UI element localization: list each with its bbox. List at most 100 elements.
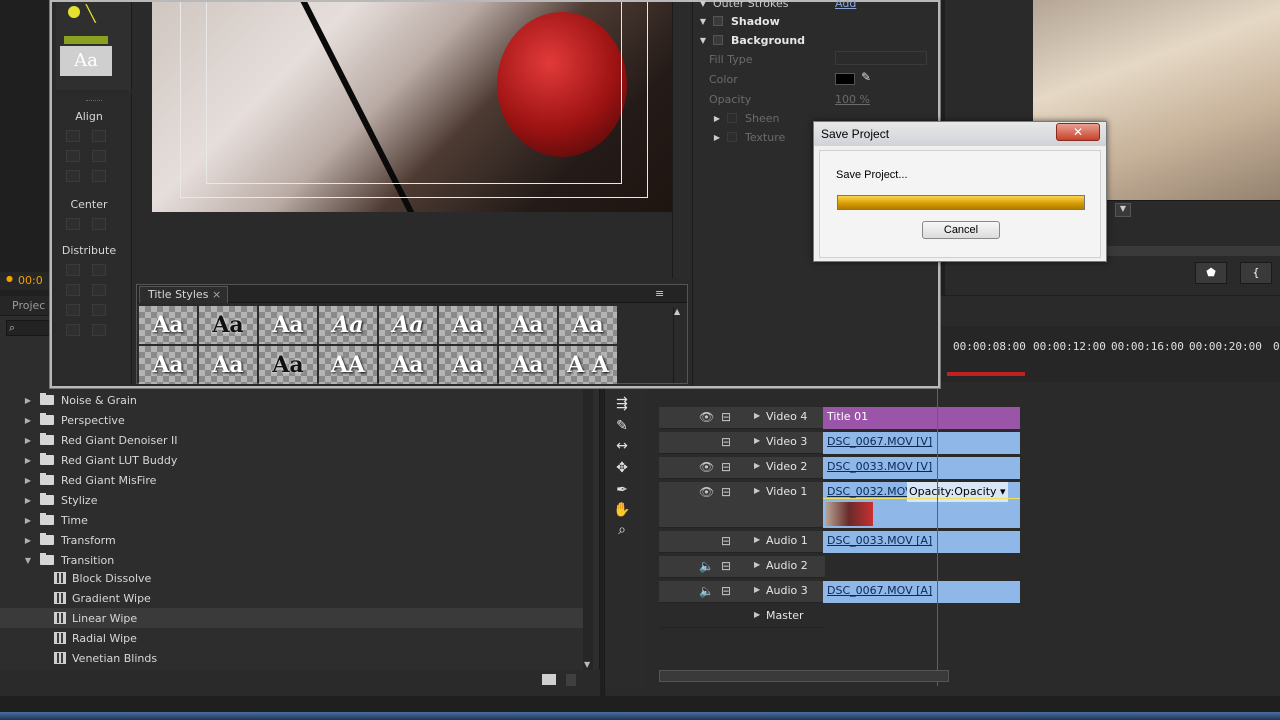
add-marker-button[interactable]: ⬟ [1195,262,1227,284]
pen-icon[interactable]: ✒ [613,482,631,498]
effects-scrollbar[interactable]: ▼ [583,340,593,670]
chevron-right-icon[interactable]: ▶ [754,461,760,470]
align-left-icon[interactable] [66,130,80,142]
background-checkbox[interactable] [713,35,723,45]
sheen-checkbox[interactable] [727,113,737,123]
align-center-h-icon[interactable] [92,170,106,182]
dialog-titlebar[interactable]: Save Project ✕ [814,122,1106,146]
title-style-swatch[interactable]: Aa [379,346,437,384]
distribute-6-icon[interactable] [92,304,106,316]
line-tool-icon[interactable]: ╲ [86,4,96,23]
chevron-right-icon[interactable]: ▶ [754,486,760,495]
effects-folder[interactable]: ▼ Transition [0,550,584,570]
eye-icon[interactable]: 👁 [699,410,715,424]
texture-checkbox[interactable] [727,132,737,142]
align-right-icon[interactable] [92,130,106,142]
chevron-right-icon[interactable]: ▶ [22,516,34,525]
eyedropper-icon[interactable]: ✎ [861,70,871,84]
title-style-swatch[interactable]: Aa [439,306,497,344]
effects-folder[interactable]: ▶ Time [0,510,584,530]
chevron-right-icon[interactable]: ▶ [754,411,760,420]
dropdown-icon[interactable]: ▼ [1115,203,1131,217]
timeline-hscroll[interactable] [659,670,949,682]
effects-folder[interactable]: ▶ Red Giant MisFire [0,470,584,490]
track-header[interactable]: 👁 ⊟ ▶ Video 4 [659,407,825,429]
chevron-right-icon[interactable]: ▶ [22,436,34,445]
chevron-right-icon[interactable]: ▶ [22,496,34,505]
style-sample[interactable]: Aa [60,46,112,76]
scroll-down-icon[interactable]: ▼ [584,660,590,669]
slip-icon[interactable]: ↔ [613,438,631,454]
title-style-swatch[interactable]: AA [319,346,377,384]
eye-icon[interactable]: 👁 [699,460,715,474]
title-style-swatch[interactable]: Aa [199,346,257,384]
chevron-right-icon[interactable]: ▶ [22,396,34,405]
chevron-right-icon[interactable]: ▶ [22,456,34,465]
fill-type-select[interactable] [835,51,927,65]
chevron-right-icon[interactable]: ▶ [22,476,34,485]
panel-menu-icon[interactable]: ≡ [655,287,664,300]
chevron-right-icon[interactable]: ▶ [754,535,760,544]
timeline-clip[interactable]: DSC_0067.MOV [V] [823,432,1020,454]
chevron-right-icon[interactable]: ▶ [754,436,760,445]
close-icon[interactable]: ✕ [1056,123,1100,141]
razor-icon[interactable]: ✎ [613,418,631,434]
distribute-2-icon[interactable] [92,264,106,276]
title-style-swatch[interactable]: Aa [439,346,497,384]
new-bin-icon[interactable] [542,674,556,685]
effect-item[interactable]: Venetian Blinds [0,648,584,668]
distribute-1-icon[interactable] [66,264,80,276]
sync-lock-icon[interactable]: ⊟ [721,410,737,424]
eye-icon[interactable]: 👁 [699,485,715,499]
sync-lock-icon[interactable]: ⊟ [721,559,737,573]
title-styles-tab[interactable]: Title Styles × [139,286,229,303]
slide-icon[interactable]: ✥ [613,460,631,476]
track-header[interactable]: ▶ Master [659,606,825,628]
effects-folder[interactable]: ▶ Red Giant Denoiser II [0,430,584,450]
title-style-swatch[interactable]: Aa [199,306,257,344]
track-header[interactable]: ⊟ ▶ Video 3 [659,432,825,454]
trash-icon[interactable] [566,674,576,686]
sync-lock-icon[interactable]: ⊟ [721,584,737,598]
track-header[interactable]: 👁 ⊟ ▶ Video 1 [659,482,825,528]
track-header[interactable]: 👁 ⊟ ▶ Video 2 [659,457,825,479]
chevron-right-icon[interactable]: ▶ [754,610,760,619]
shadow-row[interactable]: ▼ Shadow [693,12,939,30]
title-style-swatch[interactable]: Aa [259,306,317,344]
chevron-right-icon[interactable]: ▶ [22,536,34,545]
hand-icon[interactable]: ✋ [613,502,631,518]
effects-folder[interactable]: ▶ Noise & Grain [0,390,584,410]
timeline-clip[interactable]: DSC_0033.MOV [V] [823,457,1020,479]
title-style-swatch[interactable]: Aa [559,306,617,344]
speaker-icon[interactable]: 🔈 [699,559,715,573]
background-row[interactable]: ▼ Background [693,31,939,49]
chevron-right-icon[interactable]: ▶ [22,416,34,425]
playhead-line[interactable] [937,370,938,686]
title-style-swatch[interactable]: Aa [259,346,317,384]
distribute-7-icon[interactable] [66,324,80,336]
effect-item[interactable]: Radial Wipe [0,628,584,648]
sync-lock-icon[interactable]: ⊟ [721,435,737,449]
align-bottom-icon[interactable] [66,170,80,182]
shadow-checkbox[interactable] [713,16,723,26]
title-canvas[interactable] [152,2,672,212]
panel-grip[interactable] [86,100,102,102]
timecode-display[interactable]: 00:0 [18,274,43,287]
timeline-clip[interactable]: Title 01 [823,407,1020,429]
title-style-swatch[interactable]: A A [559,346,617,384]
distribute-3-icon[interactable] [66,284,80,296]
effects-folder[interactable]: ▶ Stylize [0,490,584,510]
sync-lock-icon[interactable]: ⊟ [721,534,737,548]
cancel-button[interactable]: Cancel [922,221,1000,239]
title-style-swatch[interactable]: Aa [139,306,197,344]
title-style-swatch[interactable]: Aa [319,306,377,344]
zoom-icon[interactable]: ⌕ [613,522,631,538]
speaker-icon[interactable] [699,534,715,548]
effects-folder[interactable]: ▶ Transform [0,530,584,550]
opacity-rubberband[interactable] [823,498,1020,499]
opacity-keyframe-menu[interactable]: Opacity:Opacity ▾ [907,482,1008,502]
align-top-icon[interactable] [66,150,80,162]
track-header[interactable]: 🔈 ⊟ ▶ Audio 2 [659,556,825,578]
ellipse-tool-icon[interactable] [64,2,86,24]
align-center-v-icon[interactable] [92,150,106,162]
